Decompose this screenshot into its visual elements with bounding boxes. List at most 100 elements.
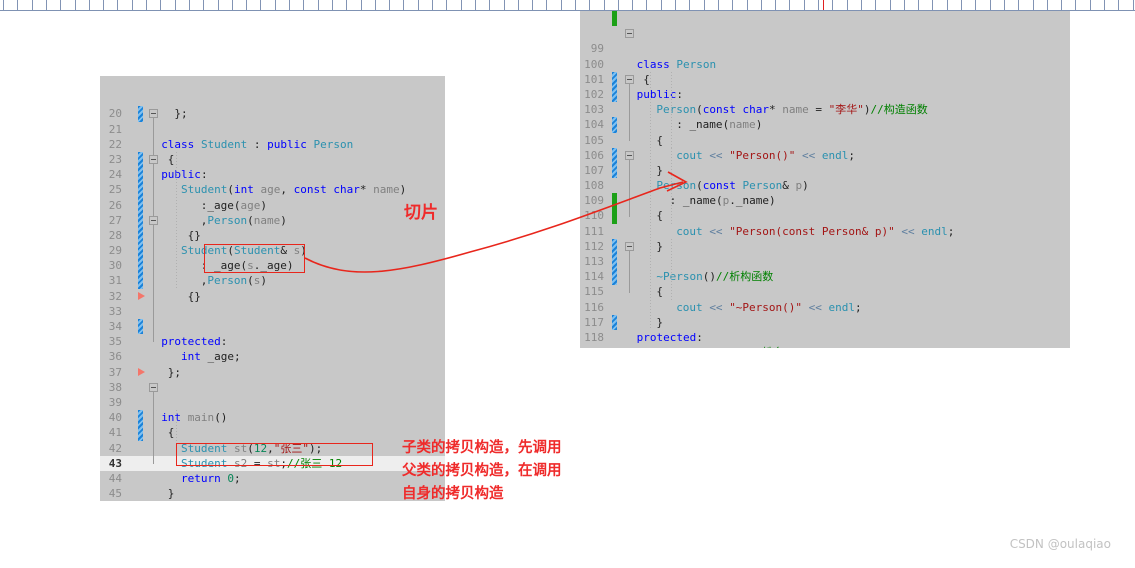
- code-line[interactable]: 35 protected:: [100, 334, 445, 349]
- code-line[interactable]: 112}: [580, 239, 1070, 254]
- watermark: CSDN @oulaqiao: [1009, 537, 1111, 551]
- code-line[interactable]: 105 {: [580, 133, 1070, 148]
- gutter-change-bar: [138, 410, 143, 441]
- code-line[interactable]: 34: [100, 319, 445, 334]
- line-number: 36: [108, 350, 122, 364]
- line-number: 32: [108, 289, 122, 303]
- code-line[interactable]: 37};: [100, 365, 445, 380]
- ruler-tick: [289, 0, 290, 10]
- code-line[interactable]: 103 Person(const char* name = "李华")//构造函数: [580, 102, 1070, 117]
- bookmark-marker-icon[interactable]: [138, 291, 145, 300]
- code-text: int _age;: [181, 350, 241, 364]
- line-number: 45: [108, 487, 122, 501]
- code-line[interactable]: 111 cout << "Person(const Person& p)" << …: [580, 224, 1070, 239]
- code-line[interactable]: 40 int main(): [100, 410, 445, 425]
- fold-toggle[interactable]: [149, 109, 158, 119]
- line-number: 20: [108, 107, 122, 121]
- ruler-tick: [275, 0, 276, 10]
- line-number: 28: [108, 228, 122, 242]
- code-line[interactable]: 107}: [580, 163, 1070, 178]
- code-line[interactable]: 113: [580, 254, 1070, 269]
- ruler-tick: [646, 0, 647, 10]
- code-text: }: [656, 315, 664, 329]
- code-line[interactable]: 108 Person(const Person& p): [580, 178, 1070, 193]
- fold-toggle[interactable]: [149, 155, 158, 164]
- highlight-box-copy-ctor-call: [176, 443, 373, 466]
- ruler-tick: [303, 0, 304, 10]
- code-text: }: [656, 163, 664, 177]
- gutter-change-bar: [612, 11, 617, 27]
- code-panel-student[interactable]: 20}; 21 22 class Student : public Person 23 {…: [100, 76, 445, 501]
- fold-toggle[interactable]: [149, 215, 158, 225]
- code-line[interactable]: 26:_age(age): [100, 198, 445, 213]
- code-line[interactable]: 117}: [580, 315, 1070, 330]
- code-text: Person(const char* name = "李华")//构造函数: [656, 103, 928, 117]
- code-line[interactable]: 36 int _age;: [100, 349, 445, 364]
- code-line[interactable]: 41 {: [100, 425, 445, 440]
- ruler-tick: [832, 0, 833, 10]
- code-line[interactable]: 39: [100, 395, 445, 410]
- code-line[interactable]: 110 {: [580, 208, 1070, 223]
- fold-toggle[interactable]: [625, 242, 634, 251]
- line-number: 105: [584, 133, 604, 147]
- code-line[interactable]: 21: [100, 122, 445, 137]
- code-line[interactable]: 104: _name(name): [580, 117, 1070, 132]
- code-line[interactable]: 115 {: [580, 284, 1070, 299]
- code-text: :_age(age): [200, 198, 268, 212]
- code-text: ,Person(s): [200, 274, 268, 288]
- fold-toggle[interactable]: [625, 150, 634, 160]
- ruler-tick: [1090, 0, 1091, 10]
- annotation-note-line-1: 子类的拷贝构造，先调用: [402, 440, 562, 456]
- line-number: 40: [108, 411, 122, 425]
- code-line[interactable]: 116 cout << "~Person()" << endl;: [580, 300, 1070, 315]
- highlight-box-person-init: [204, 244, 305, 273]
- line-number: 23: [108, 152, 122, 166]
- line-number: 106: [584, 148, 604, 162]
- ruler-tick: [17, 0, 18, 10]
- fold-toggle[interactable]: [625, 29, 634, 39]
- code-panel-person[interactable]: 99 100 class Person 101 {102 public: 103 Person…: [580, 11, 1070, 348]
- code-line[interactable]: 100 class Person: [580, 57, 1070, 72]
- code-line[interactable]: 109: _name(p._name): [580, 193, 1070, 208]
- indent-guide: [650, 71, 651, 331]
- bookmark-marker-icon[interactable]: [138, 367, 145, 376]
- code-line[interactable]: 45}: [100, 486, 445, 501]
- code-text: }: [167, 487, 175, 501]
- ruler-tick: [589, 0, 590, 10]
- ruler-tick: [1018, 0, 1019, 10]
- code-line[interactable]: 33: [100, 304, 445, 319]
- line-number: 43: [108, 456, 122, 470]
- code-text: {}: [187, 228, 201, 242]
- code-line[interactable]: 22 class Student : public Person: [100, 137, 445, 152]
- ruler-tick: [103, 0, 104, 10]
- line-number: 101: [584, 72, 604, 86]
- code-line[interactable]: 25 Student(int age, const char* name): [100, 182, 445, 197]
- code-line[interactable]: 24 public:: [100, 167, 445, 182]
- code-line[interactable]: 106 cout << "Person()" << endl;: [580, 148, 1070, 163]
- code-text: {: [656, 285, 664, 299]
- line-number: 34: [108, 320, 122, 334]
- ruler-tick: [918, 0, 919, 10]
- code-line[interactable]: 119 string _name;// 姓名: [580, 345, 1070, 348]
- fold-toggle[interactable]: [625, 74, 634, 84]
- ruler-tick: [1133, 0, 1134, 10]
- code-text: cout << "Person()" << endl;: [676, 148, 856, 162]
- code-line[interactable]: 31 ,Person(s): [100, 273, 445, 288]
- code-line[interactable]: 101 {: [580, 72, 1070, 87]
- code-line[interactable]: 114 ~Person()//析构函数: [580, 269, 1070, 284]
- line-number: 24: [108, 168, 122, 182]
- line-number: 25: [108, 183, 122, 197]
- code-line[interactable]: 44 return 0;: [100, 471, 445, 486]
- fold-toggle[interactable]: [149, 383, 158, 392]
- annotation-note-line-2: 父类的拷贝构造，在调用: [402, 463, 562, 479]
- line-number: 119: [580, 345, 604, 348]
- code-text: };: [174, 107, 188, 121]
- ruler-tick: [318, 0, 319, 10]
- ruler-tick: [890, 0, 891, 10]
- code-line[interactable]: 99: [580, 41, 1070, 56]
- code-line[interactable]: 28 {}: [100, 228, 445, 243]
- code-line[interactable]: 32 {}: [100, 289, 445, 304]
- ruler-tick: [46, 0, 47, 10]
- code-line[interactable]: 102 public:: [580, 87, 1070, 102]
- code-line[interactable]: 118 protected:: [580, 330, 1070, 345]
